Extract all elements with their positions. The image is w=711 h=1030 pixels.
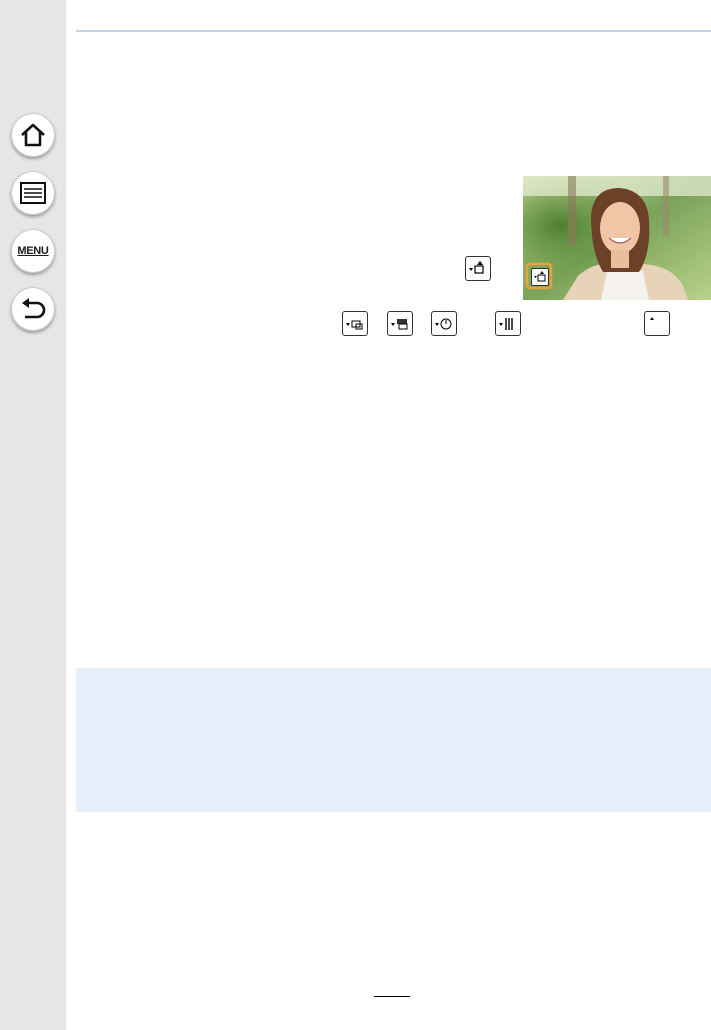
sidebar: MENU <box>0 0 66 1030</box>
one-push-ae-icon <box>531 268 549 286</box>
self-timer-icon <box>431 311 457 336</box>
page-number-underline <box>374 996 410 997</box>
header-rule <box>76 30 711 32</box>
preview-photo <box>523 176 711 300</box>
one-push-ae-icon <box>465 256 491 281</box>
menu-icon: MENU <box>17 245 49 257</box>
woman-portrait-image <box>523 176 711 300</box>
note-box <box>76 668 711 812</box>
auto-bracket-icon <box>387 311 413 336</box>
back-button[interactable] <box>11 287 55 331</box>
multi-exposure-icon <box>495 311 521 336</box>
menu-button[interactable]: MENU <box>11 229 55 273</box>
list-icon <box>20 182 46 204</box>
single-icon <box>644 311 670 336</box>
home-icon <box>21 123 45 147</box>
back-arrow-icon <box>22 298 46 319</box>
home-button[interactable] <box>11 113 55 157</box>
burst-icon <box>342 311 368 336</box>
contents-button[interactable] <box>11 171 55 215</box>
